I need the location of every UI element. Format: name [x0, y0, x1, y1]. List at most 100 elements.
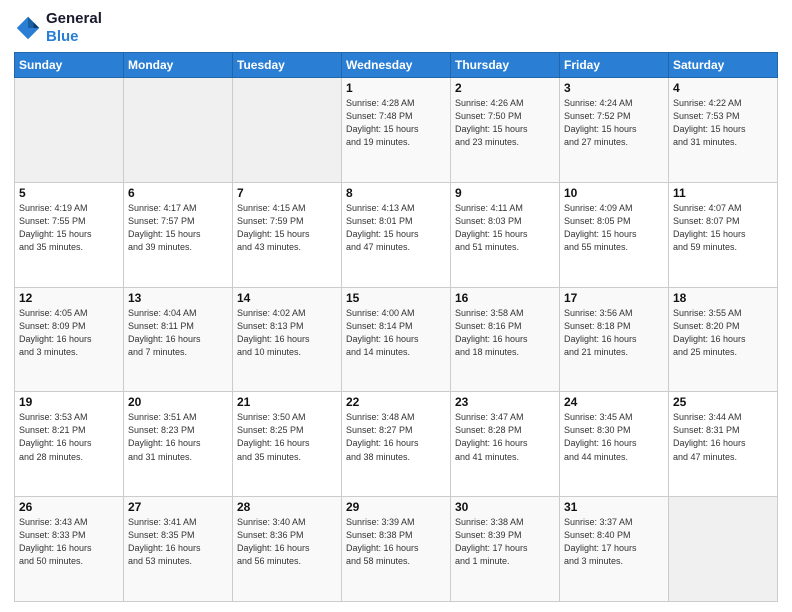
weekday-header: Thursday	[451, 53, 560, 78]
day-info: Sunrise: 3:50 AM Sunset: 8:25 PM Dayligh…	[237, 411, 337, 463]
day-info: Sunrise: 3:56 AM Sunset: 8:18 PM Dayligh…	[564, 307, 664, 359]
day-number: 14	[237, 291, 337, 305]
day-info: Sunrise: 4:28 AM Sunset: 7:48 PM Dayligh…	[346, 97, 446, 149]
day-number: 7	[237, 186, 337, 200]
day-info: Sunrise: 3:53 AM Sunset: 8:21 PM Dayligh…	[19, 411, 119, 463]
day-info: Sunrise: 3:45 AM Sunset: 8:30 PM Dayligh…	[564, 411, 664, 463]
day-number: 6	[128, 186, 228, 200]
day-info: Sunrise: 4:22 AM Sunset: 7:53 PM Dayligh…	[673, 97, 773, 149]
day-info: Sunrise: 3:43 AM Sunset: 8:33 PM Dayligh…	[19, 516, 119, 568]
day-number: 28	[237, 500, 337, 514]
day-number: 1	[346, 81, 446, 95]
calendar-day-cell: 23 Sunrise: 3:47 AM Sunset: 8:28 PM Dayli…	[451, 392, 560, 497]
day-number: 11	[673, 186, 773, 200]
day-info: Sunrise: 3:41 AM Sunset: 8:35 PM Dayligh…	[128, 516, 228, 568]
calendar-day-cell: 29 Sunrise: 3:39 AM Sunset: 8:38 PM Dayli…	[342, 497, 451, 602]
calendar-day-cell: 5 Sunrise: 4:19 AM Sunset: 7:55 PM Daylig…	[15, 182, 124, 287]
day-number: 12	[19, 291, 119, 305]
day-number: 29	[346, 500, 446, 514]
calendar-day-cell: 26 Sunrise: 3:43 AM Sunset: 8:33 PM Dayli…	[15, 497, 124, 602]
calendar-day-cell: 19 Sunrise: 3:53 AM Sunset: 8:21 PM Dayli…	[15, 392, 124, 497]
calendar-week-row: 1 Sunrise: 4:28 AM Sunset: 7:48 PM Daylig…	[15, 78, 778, 183]
day-info: Sunrise: 3:48 AM Sunset: 8:27 PM Dayligh…	[346, 411, 446, 463]
day-info: Sunrise: 3:40 AM Sunset: 8:36 PM Dayligh…	[237, 516, 337, 568]
calendar-day-cell: 28 Sunrise: 3:40 AM Sunset: 8:36 PM Dayli…	[233, 497, 342, 602]
calendar-day-cell: 25Sunrise: 3:44 AM Sunset: 8:31 PM Dayli…	[669, 392, 778, 497]
calendar-day-cell	[669, 497, 778, 602]
day-number: 8	[346, 186, 446, 200]
day-info: Sunrise: 3:51 AM Sunset: 8:23 PM Dayligh…	[128, 411, 228, 463]
day-info: Sunrise: 4:07 AM Sunset: 8:07 PM Dayligh…	[673, 202, 773, 254]
day-number: 23	[455, 395, 555, 409]
calendar-day-cell: 3Sunrise: 4:24 AM Sunset: 7:52 PM Daylig…	[560, 78, 669, 183]
day-info: Sunrise: 4:26 AM Sunset: 7:50 PM Dayligh…	[455, 97, 555, 149]
calendar-day-cell: 13Sunrise: 4:04 AM Sunset: 8:11 PM Dayli…	[124, 287, 233, 392]
calendar-table: SundayMondayTuesdayWednesdayThursdayFrid…	[14, 52, 778, 602]
calendar-day-cell: 1 Sunrise: 4:28 AM Sunset: 7:48 PM Daylig…	[342, 78, 451, 183]
weekday-header: Friday	[560, 53, 669, 78]
day-number: 30	[455, 500, 555, 514]
day-number: 21	[237, 395, 337, 409]
day-number: 18	[673, 291, 773, 305]
header: General Blue	[14, 10, 778, 46]
logo: General Blue	[14, 10, 102, 46]
calendar-day-cell: 24 Sunrise: 3:45 AM Sunset: 8:30 PM Dayli…	[560, 392, 669, 497]
calendar-day-cell: 7 Sunrise: 4:15 AM Sunset: 7:59 PM Daylig…	[233, 182, 342, 287]
day-info: Sunrise: 4:02 AM Sunset: 8:13 PM Dayligh…	[237, 307, 337, 359]
day-number: 2	[455, 81, 555, 95]
day-number: 17	[564, 291, 664, 305]
calendar-day-cell: 10Sunrise: 4:09 AM Sunset: 8:05 PM Dayli…	[560, 182, 669, 287]
calendar-day-cell: 31Sunrise: 3:37 AM Sunset: 8:40 PM Dayli…	[560, 497, 669, 602]
calendar-day-cell: 17 Sunrise: 3:56 AM Sunset: 8:18 PM Dayli…	[560, 287, 669, 392]
calendar-day-cell: 9Sunrise: 4:11 AM Sunset: 8:03 PM Daylig…	[451, 182, 560, 287]
calendar-day-cell: 11 Sunrise: 4:07 AM Sunset: 8:07 PM Dayli…	[669, 182, 778, 287]
day-info: Sunrise: 3:55 AM Sunset: 8:20 PM Dayligh…	[673, 307, 773, 359]
day-number: 15	[346, 291, 446, 305]
logo-icon	[14, 14, 42, 42]
day-info: Sunrise: 3:39 AM Sunset: 8:38 PM Dayligh…	[346, 516, 446, 568]
weekday-header: Sunday	[15, 53, 124, 78]
calendar-day-cell: 16Sunrise: 3:58 AM Sunset: 8:16 PM Dayli…	[451, 287, 560, 392]
day-info: Sunrise: 4:15 AM Sunset: 7:59 PM Dayligh…	[237, 202, 337, 254]
calendar-day-cell: 8 Sunrise: 4:13 AM Sunset: 8:01 PM Daylig…	[342, 182, 451, 287]
weekday-header: Monday	[124, 53, 233, 78]
calendar-day-cell: 4Sunrise: 4:22 AM Sunset: 7:53 PM Daylig…	[669, 78, 778, 183]
day-number: 3	[564, 81, 664, 95]
calendar-day-cell: 6 Sunrise: 4:17 AM Sunset: 7:57 PM Daylig…	[124, 182, 233, 287]
calendar-day-cell: 21 Sunrise: 3:50 AM Sunset: 8:25 PM Dayli…	[233, 392, 342, 497]
day-info: Sunrise: 4:19 AM Sunset: 7:55 PM Dayligh…	[19, 202, 119, 254]
day-number: 10	[564, 186, 664, 200]
calendar-day-cell: 20 Sunrise: 3:51 AM Sunset: 8:23 PM Dayli…	[124, 392, 233, 497]
calendar-day-cell	[124, 78, 233, 183]
logo-text: General Blue	[46, 10, 102, 46]
day-number: 16	[455, 291, 555, 305]
day-info: Sunrise: 3:38 AM Sunset: 8:39 PM Dayligh…	[455, 516, 555, 568]
day-number: 26	[19, 500, 119, 514]
calendar-day-cell: 27 Sunrise: 3:41 AM Sunset: 8:35 PM Dayli…	[124, 497, 233, 602]
day-info: Sunrise: 4:13 AM Sunset: 8:01 PM Dayligh…	[346, 202, 446, 254]
calendar-week-row: 12 Sunrise: 4:05 AM Sunset: 8:09 PM Dayli…	[15, 287, 778, 392]
day-info: Sunrise: 3:47 AM Sunset: 8:28 PM Dayligh…	[455, 411, 555, 463]
calendar-day-cell: 18 Sunrise: 3:55 AM Sunset: 8:20 PM Dayli…	[669, 287, 778, 392]
calendar-day-cell: 30 Sunrise: 3:38 AM Sunset: 8:39 PM Dayli…	[451, 497, 560, 602]
calendar-day-cell	[233, 78, 342, 183]
day-number: 20	[128, 395, 228, 409]
weekday-header: Wednesday	[342, 53, 451, 78]
day-number: 24	[564, 395, 664, 409]
weekday-header: Saturday	[669, 53, 778, 78]
day-number: 13	[128, 291, 228, 305]
day-number: 27	[128, 500, 228, 514]
day-info: Sunrise: 3:44 AM Sunset: 8:31 PM Dayligh…	[673, 411, 773, 463]
calendar-week-row: 19 Sunrise: 3:53 AM Sunset: 8:21 PM Dayli…	[15, 392, 778, 497]
day-info: Sunrise: 4:05 AM Sunset: 8:09 PM Dayligh…	[19, 307, 119, 359]
day-number: 5	[19, 186, 119, 200]
day-number: 19	[19, 395, 119, 409]
day-info: Sunrise: 4:00 AM Sunset: 8:14 PM Dayligh…	[346, 307, 446, 359]
calendar-week-row: 5 Sunrise: 4:19 AM Sunset: 7:55 PM Daylig…	[15, 182, 778, 287]
calendar-day-cell: 2 Sunrise: 4:26 AM Sunset: 7:50 PM Daylig…	[451, 78, 560, 183]
calendar-header-row: SundayMondayTuesdayWednesdayThursdayFrid…	[15, 53, 778, 78]
day-info: Sunrise: 4:11 AM Sunset: 8:03 PM Dayligh…	[455, 202, 555, 254]
calendar-week-row: 26 Sunrise: 3:43 AM Sunset: 8:33 PM Dayli…	[15, 497, 778, 602]
day-info: Sunrise: 4:17 AM Sunset: 7:57 PM Dayligh…	[128, 202, 228, 254]
page: General Blue SundayMondayTuesdayWednesda…	[0, 0, 792, 612]
